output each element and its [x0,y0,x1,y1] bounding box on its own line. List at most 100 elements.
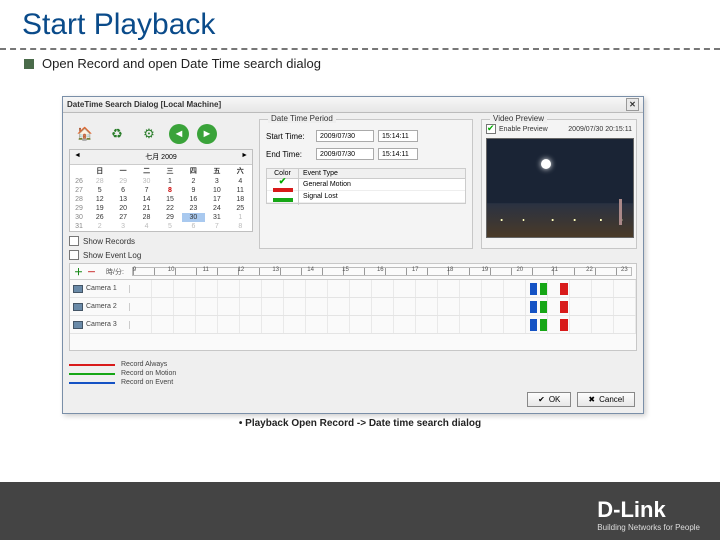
zoom-out-icon[interactable]: － [87,265,96,278]
cal-next-icon[interactable]: ► [241,152,248,162]
video-preview-group: Video Preview ✔Enable Preview 2009/07/30… [481,119,637,249]
calendar-day[interactable]: 28 [88,177,111,186]
calendar-day[interactable]: 18 [229,195,252,204]
legend-blue-bar [69,382,115,384]
legend-green-bar [69,373,115,375]
event2-color-swatch [273,198,293,202]
tower-icon [619,199,622,225]
calendar-day[interactable]: 17 [205,195,228,204]
calendar-day[interactable]: 5 [158,222,181,231]
calendar-day[interactable]: 25 [229,204,252,213]
calendar-day[interactable]: 20 [111,204,134,213]
settings-icon[interactable]: ⚙ [137,122,161,146]
calendar-day[interactable]: 7 [135,186,158,195]
timeline-label: 時/分: [106,267,124,277]
event1-label: General Motion [299,180,465,189]
calendar-day[interactable]: 30 [182,213,205,222]
divider [0,48,720,50]
cam2-track[interactable] [130,298,636,315]
cal-prev-icon[interactable]: ◄ [74,152,81,162]
calendar-day[interactable]: 4 [229,177,252,186]
calendar-day[interactable]: 10 [205,186,228,195]
ok-button[interactable]: ✔OK [527,392,571,407]
time-ruler[interactable]: 91011121314151617181920212223 [132,267,632,276]
calendar-day[interactable]: 6 [111,186,134,195]
calendar-day[interactable]: 2 [182,177,205,186]
table-row: Camera 2 [70,298,636,316]
zoom-in-icon[interactable]: ＋ [74,265,83,278]
enable-preview-checkbox[interactable]: ✔ [486,124,496,134]
refresh-icon[interactable]: ♻ [105,122,129,146]
cam3-label: Camera 3 [86,321,117,328]
calendar-day[interactable]: 28 [135,213,158,222]
calendar-day[interactable]: 24 [205,204,228,213]
show-records-checkbox[interactable] [69,236,79,246]
cam1-label: Camera 1 [86,285,117,292]
end-time-label: End Time: [266,150,312,159]
calendar-day[interactable]: 4 [135,222,158,231]
calendar-day[interactable]: 9 [182,186,205,195]
prev-icon[interactable]: ◄ [169,124,189,144]
brand-tagline: Building Networks for People [597,523,700,532]
calendar-day[interactable]: 26 [88,213,111,222]
x-icon: ✖ [588,395,595,404]
legend: Record Always Record on Motion Record on… [69,359,209,388]
cam1-track[interactable] [130,280,636,297]
start-time-input[interactable] [378,130,418,142]
legend3-label: Record on Event [121,379,173,386]
cancel-label: Cancel [599,395,624,404]
calendar-day[interactable]: 14 [135,195,158,204]
calendar-day[interactable]: 29 [158,213,181,222]
legend-red-bar [69,364,115,366]
end-time-input[interactable] [378,148,418,160]
start-time-label: Start Time: [266,132,312,141]
moon-icon [541,159,551,169]
event2-label: Signal Lost [299,192,465,201]
calendar-day[interactable]: 5 [88,186,111,195]
table-row: Camera 1 [70,280,636,298]
city-lights [487,215,633,225]
next-icon[interactable]: ► [197,124,217,144]
figure-caption: • Playback Open Record -> Date time sear… [0,418,720,429]
square-bullet-icon [24,59,34,69]
calendar-day[interactable]: 7 [205,222,228,231]
calendar-day[interactable]: 19 [88,204,111,213]
calendar-day[interactable]: 16 [182,195,205,204]
calendar-day[interactable]: 3 [205,177,228,186]
event1-check-icon[interactable]: ✔ [279,176,287,186]
dialog-titlebar[interactable]: DateTime Search Dialog [Local Machine] ✕ [63,97,643,113]
start-date-input[interactable] [316,130,374,142]
show-eventlog-checkbox[interactable] [69,250,79,260]
calendar-day[interactable]: 21 [135,204,158,213]
timeline-panel: ＋ － 時/分: 91011121314151617181920212223 C… [69,263,637,351]
calendar-day[interactable]: 6 [182,222,205,231]
calendar[interactable]: ◄ 七月 2009 ► 日一二三四五六262829301234275678910… [69,149,253,232]
calendar-day[interactable]: 1 [158,177,181,186]
calendar-day[interactable]: 8 [158,186,181,195]
bullet-text: Open Record and open Date Time search di… [42,56,321,71]
datetime-search-dialog: DateTime Search Dialog [Local Machine] ✕… [62,96,644,414]
home-icon[interactable]: 🏠 [73,122,97,146]
show-eventlog-label: Show Event Log [83,251,141,260]
calendar-day[interactable]: 11 [229,186,252,195]
calendar-day[interactable]: 23 [182,204,205,213]
calendar-day[interactable]: 1 [229,213,252,222]
calendar-day[interactable]: 8 [229,222,252,231]
calendar-day[interactable]: 13 [111,195,134,204]
camera-icon [73,285,83,293]
event-type-table: Color Event Type ✔ General Motion Signal… [266,168,466,204]
calendar-day[interactable]: 27 [111,213,134,222]
bullet-row: Open Record and open Date Time search di… [0,56,720,71]
calendar-day[interactable]: 29 [111,177,134,186]
calendar-day[interactable]: 2 [88,222,111,231]
calendar-day[interactable]: 30 [135,177,158,186]
calendar-day[interactable]: 31 [205,213,228,222]
calendar-day[interactable]: 12 [88,195,111,204]
close-icon[interactable]: ✕ [626,98,639,111]
end-date-input[interactable] [316,148,374,160]
calendar-day[interactable]: 3 [111,222,134,231]
calendar-day[interactable]: 22 [158,204,181,213]
calendar-day[interactable]: 15 [158,195,181,204]
cam3-track[interactable] [130,316,636,333]
cancel-button[interactable]: ✖ Cancel [577,392,635,407]
